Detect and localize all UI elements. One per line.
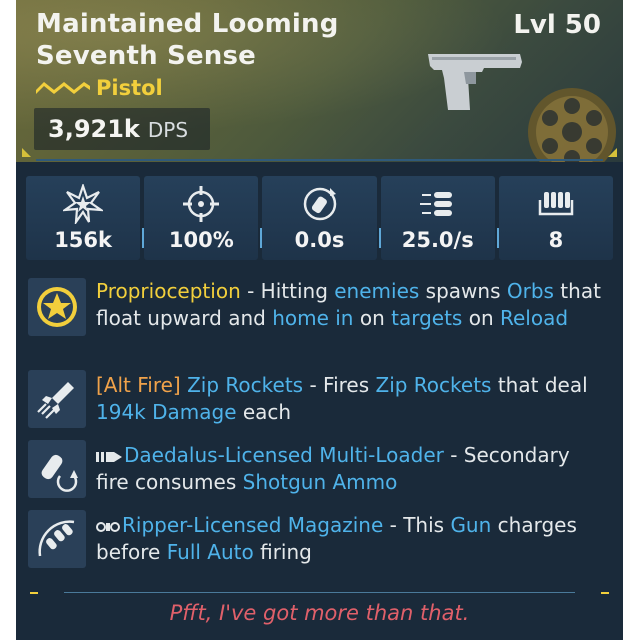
stat-value: 0.0s [294, 228, 345, 252]
stats-row: 156k 100% 0.0s 25.0/s 8 [26, 176, 614, 260]
perk-text-part: - Fires [303, 373, 376, 397]
weapon-header: Maintained Looming Seventh Sense Lvl 50 … [16, 0, 623, 162]
stat-reload: 0.0s [262, 176, 381, 260]
dps-value: 3,921k [48, 115, 140, 143]
rocket-icon [37, 382, 74, 419]
ripper-brand-icon [96, 521, 120, 532]
ripper-magazine-icon [38, 520, 75, 557]
perk-text-part: on [462, 306, 500, 330]
magazine-ammo-icon [538, 192, 574, 216]
corner-accent-right [608, 148, 617, 157]
perk-tag: [Alt Fire] [96, 373, 181, 397]
corner-accent-left [22, 148, 31, 157]
stat-fire-rate: 25.0/s [380, 176, 499, 260]
perk-text-part: firing [253, 540, 312, 564]
shell-reload-icon [41, 454, 78, 492]
stat-damage: 156k [26, 176, 145, 260]
weapon-level: Lvl 50 [513, 10, 601, 40]
perk-keyword: Reload [500, 306, 569, 330]
header-divider [36, 159, 603, 161]
perk-icon-frame [28, 510, 86, 568]
perk-keyword: Zip Rockets [375, 373, 492, 397]
fire-rate-icon [419, 192, 452, 216]
perk-name: Zip Rockets [187, 373, 304, 397]
perk-name: Proprioception [96, 279, 241, 303]
stat-value: 8 [548, 228, 564, 252]
perk-text-part: that deal [491, 373, 588, 397]
weapon-title: Maintained Looming Seventh Sense [36, 9, 339, 71]
reload-time-icon [303, 187, 336, 221]
perk-keyword: home in [272, 306, 354, 330]
rarity-row: Pistol [36, 76, 163, 100]
perk-keyword: Gun [450, 513, 492, 537]
dps-label: DPS [147, 118, 189, 142]
stat-accuracy: 100% [144, 176, 263, 260]
stat-value: 156k [54, 228, 112, 252]
rarity-chevron-icon [36, 82, 90, 94]
perk-keyword: Orbs [506, 279, 554, 303]
footer-accent-left [30, 592, 38, 594]
perk-icon-frame [28, 278, 86, 336]
perk-description: Ripper-Licensed Magazine - This Gun char… [96, 512, 606, 566]
footer-divider [64, 592, 575, 593]
perk-keyword: 194k Damage [96, 400, 237, 424]
star-medal-icon [37, 287, 77, 327]
perk-description: Daedalus-Licensed Multi-Loader - Seconda… [96, 442, 606, 496]
perk-text-part: - This [383, 513, 451, 537]
stat-magazine: 8 [498, 176, 614, 260]
stat-value: 100% [168, 228, 234, 252]
daedalus-brand-icon [96, 451, 122, 462]
perk-name: Ripper-Licensed Magazine [122, 513, 384, 537]
perk-text-part: spawns [419, 279, 507, 303]
burst-damage-icon [63, 184, 104, 224]
perk-keyword: enemies [334, 279, 420, 303]
stat-value: 25.0/s [401, 228, 474, 252]
perk-text-part: on [353, 306, 392, 330]
crosshair-accuracy-icon [183, 186, 220, 222]
flavor-text: Pfft, I've got more than that. [169, 601, 470, 625]
dps-box: 3,921k DPS [34, 108, 210, 150]
perk-icon-frame [28, 440, 86, 498]
perk-name: Daedalus-Licensed Multi-Loader [124, 443, 444, 467]
perk-icon-frame [28, 370, 86, 428]
perk-keyword: Shotgun Ammo [242, 470, 398, 494]
perk-text-part: each [236, 400, 292, 424]
pistol-icon [428, 54, 522, 110]
weapon-card: Maintained Looming Seventh Sense Lvl 50 … [16, 0, 623, 640]
footer-accent-right [601, 592, 609, 594]
perk-keyword: targets [391, 306, 463, 330]
weapon-type: Pistol [96, 76, 163, 100]
perk-text-part: - Hitting [240, 279, 335, 303]
perk-description: [Alt Fire] Zip Rockets - Fires Zip Rocke… [96, 372, 606, 426]
perk-keyword: Full Auto [166, 540, 254, 564]
perk-description: Proprioception - Hitting enemies spawns … [96, 278, 606, 332]
